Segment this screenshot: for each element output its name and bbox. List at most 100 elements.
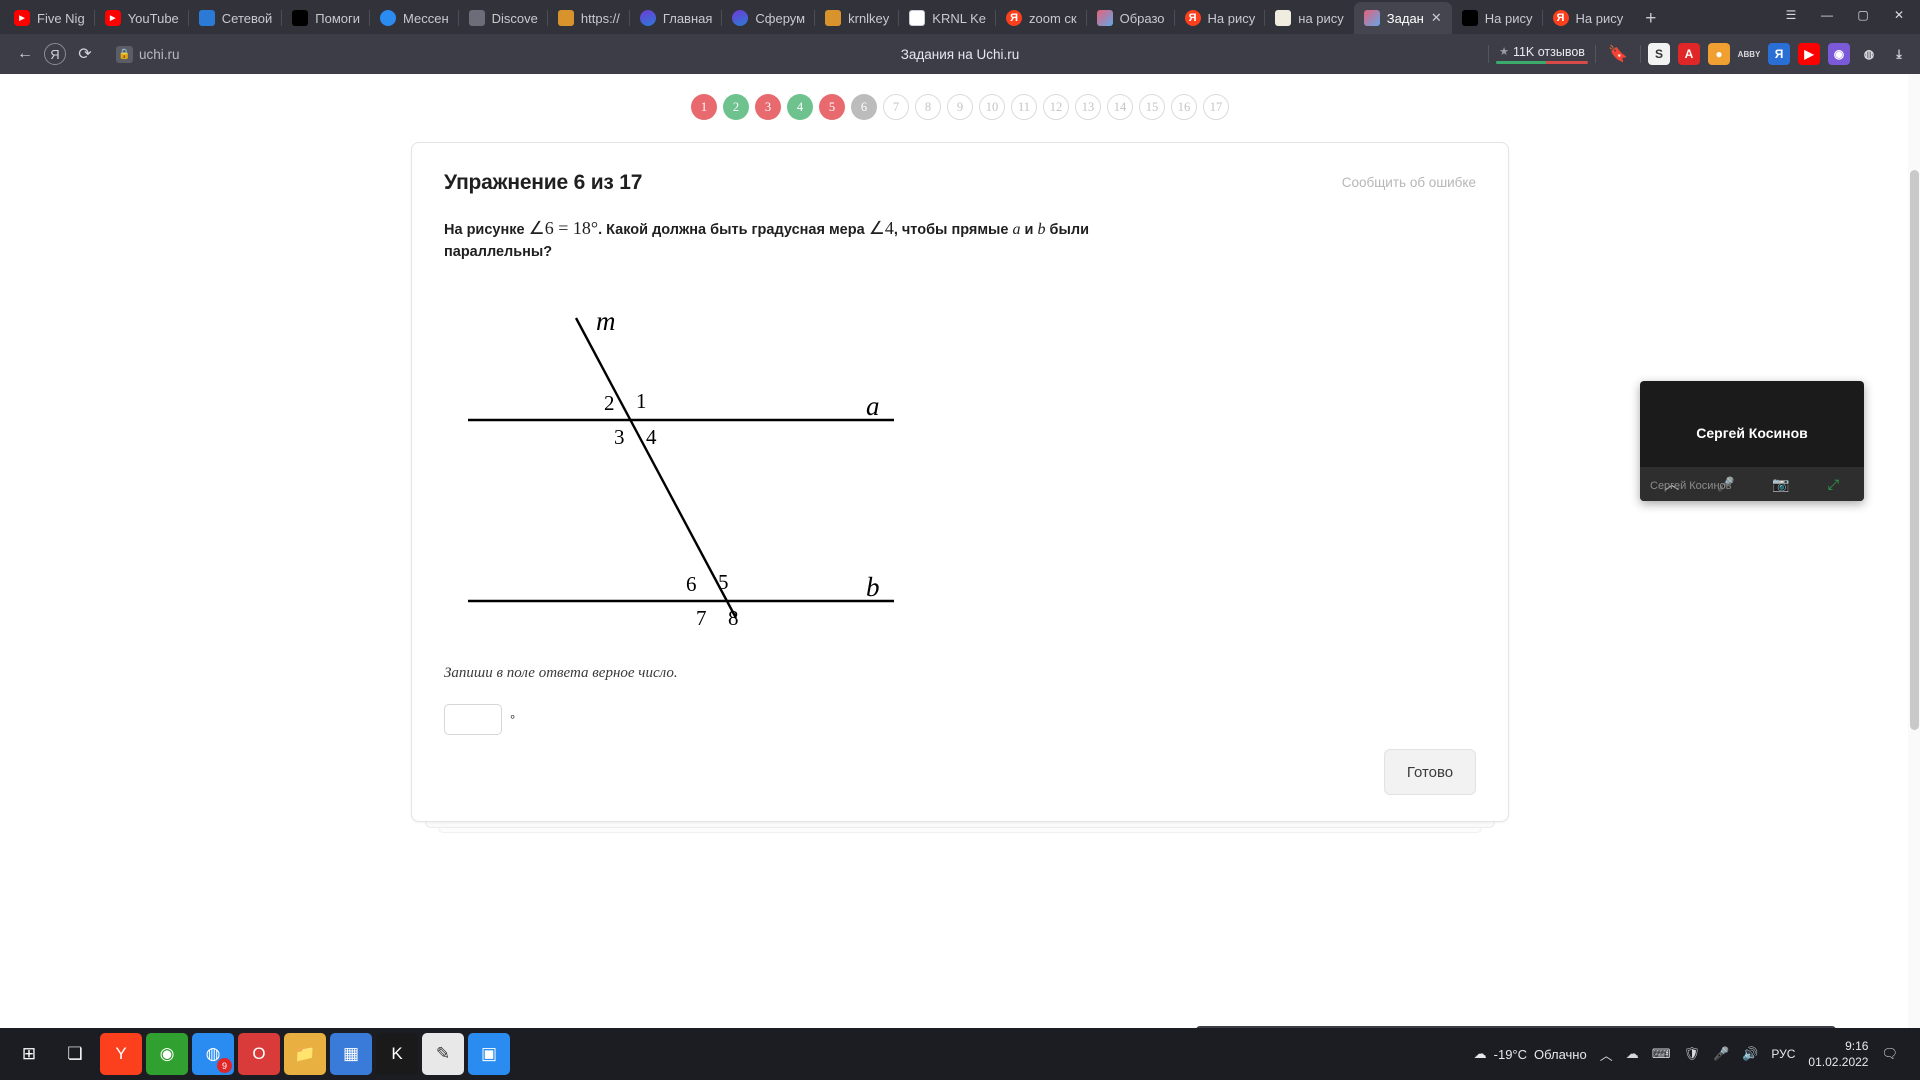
step-indicator-2[interactable]: 2	[723, 94, 749, 120]
step-indicator-5[interactable]: 5	[819, 94, 845, 120]
notification-icon[interactable]: 🗨	[1881, 1046, 1898, 1062]
explorer-taskbar[interactable]: 📁	[284, 1033, 326, 1075]
browser-tab[interactable]: на рису	[1264, 2, 1354, 34]
browser-menu-button[interactable]: ☰	[1774, 2, 1808, 28]
step-indicator-16[interactable]: 16	[1171, 94, 1197, 120]
step-indicator-13[interactable]: 13	[1075, 94, 1101, 120]
participant-subtitle: Сергей Косинов	[1650, 480, 1732, 492]
volume-icon[interactable]: 🔊	[1742, 1046, 1758, 1062]
shield-extension[interactable]: ●	[1708, 43, 1730, 65]
browser-tab[interactable]: KRNL Ke	[898, 2, 996, 34]
browser-tab[interactable]: Five Nig	[4, 2, 95, 34]
browser-tab[interactable]: Мессен	[369, 2, 459, 34]
question-math-1: ∠6 = 18°	[528, 218, 599, 238]
browser-tab[interactable]: zoom ск	[995, 2, 1087, 34]
alert-extension[interactable]: A	[1678, 43, 1700, 65]
translate-extension[interactable]: Я	[1768, 43, 1790, 65]
task-view-button[interactable]: ❏	[54, 1033, 96, 1075]
step-indicator-15[interactable]: 15	[1139, 94, 1165, 120]
browser-tab[interactable]: Сетевой	[187, 2, 282, 34]
editor-taskbar[interactable]: ✎	[422, 1033, 464, 1075]
yandex-browser-taskbar[interactable]: Y	[100, 1033, 142, 1075]
step-indicator-12[interactable]: 12	[1043, 94, 1069, 120]
chevron-up-icon[interactable]: ︿	[1600, 1045, 1613, 1064]
video-call-overlay[interactable]: Сергей Косинов ︿ 🎤 📷 ⤢ Сергей Косинов	[1640, 381, 1864, 501]
step-indicator-3[interactable]: 3	[755, 94, 781, 120]
step-indicator-17[interactable]: 17	[1203, 94, 1229, 120]
step-indicator-8[interactable]: 8	[915, 94, 941, 120]
step-indicator-4[interactable]: 4	[787, 94, 813, 120]
browser-tab[interactable]: YouTube	[93, 2, 189, 34]
step-indicator-9[interactable]: 9	[947, 94, 973, 120]
notification-badge: 9	[217, 1058, 232, 1073]
language-indicator[interactable]: РУС	[1771, 1047, 1795, 1061]
browser-tab[interactable]: Главная	[628, 2, 722, 34]
report-error-link[interactable]: Сообщить об ошибке	[1342, 175, 1476, 190]
youtube-icon	[104, 10, 121, 26]
bookmark-icon[interactable]: 🔖	[1603, 39, 1633, 69]
maximize-button[interactable]: ▢	[1846, 2, 1880, 28]
downloads-extension[interactable]: ⤓	[1888, 43, 1910, 65]
step-indicator-14[interactable]: 14	[1107, 94, 1133, 120]
question-part-3: , чтобы прямые	[893, 222, 1013, 238]
browser-tab[interactable]: Discove	[457, 2, 548, 34]
reviews-widget[interactable]: ★ 11K отзывов	[1496, 45, 1588, 64]
new-tab-button[interactable]: +	[1633, 8, 1668, 34]
step-indicator-list: 1 2 3 4 5 6 7 8 9 10 11 12 13 14 15 16 17	[0, 74, 1920, 120]
window-controls: ☰ — ▢ ✕	[1774, 2, 1916, 34]
card-stack-shadow-2	[438, 828, 1482, 833]
browser-tab[interactable]: На рису	[1452, 2, 1543, 34]
clock-widget[interactable]: 9:16 01.02.2022	[1808, 1038, 1868, 1070]
minimize-button[interactable]: —	[1810, 2, 1844, 28]
camera-muted-icon[interactable]: 📷	[1772, 476, 1789, 493]
close-window-button[interactable]: ✕	[1882, 2, 1916, 28]
degree-symbol: °	[510, 711, 516, 727]
yandex-icon[interactable]: Я	[44, 43, 66, 65]
step-indicator-1[interactable]: 1	[691, 94, 717, 120]
tab-label: Сетевой	[221, 10, 273, 26]
profile-extension[interactable]: ◍	[1858, 43, 1880, 65]
question-part-2: . Какой должна быть градусная мера	[598, 222, 869, 238]
browser-tab[interactable]: Сферум	[721, 2, 815, 34]
tab-label: На рису	[1484, 10, 1533, 26]
onedrive-icon[interactable]: ☁	[1626, 1046, 1639, 1062]
youtube-extension[interactable]: ▶	[1798, 43, 1820, 65]
close-icon[interactable]: ✕	[1431, 10, 1442, 26]
start-button[interactable]: ⊞	[8, 1033, 50, 1075]
scrollbar-thumb[interactable]	[1910, 170, 1919, 730]
reviews-label: 11K отзывов	[1512, 44, 1585, 59]
browser-tab[interactable]: На рису	[1541, 2, 1634, 34]
browser-tab[interactable]: Задан ✕	[1353, 2, 1452, 34]
network-icon[interactable]: ⌨	[1652, 1046, 1671, 1062]
camera-extension[interactable]: ◉	[1828, 43, 1850, 65]
browser-tab[interactable]: https://	[546, 2, 630, 34]
answer-row: °	[444, 703, 1476, 735]
game-taskbar[interactable]: ◉	[146, 1033, 188, 1075]
browser-tab[interactable]: krnlkey	[814, 2, 899, 34]
step-indicator-6[interactable]: 6	[851, 94, 877, 120]
weather-widget[interactable]: ☁ -19°C Облачно	[1474, 1046, 1587, 1062]
tab-label: https://	[580, 10, 620, 26]
expand-icon[interactable]: ⤢	[1828, 476, 1839, 493]
browser-tab[interactable]: На рису	[1173, 2, 1266, 34]
browser-tab[interactable]: Помоги	[281, 2, 370, 34]
chrome-taskbar[interactable]: ◍ 9	[192, 1033, 234, 1075]
shield-icon[interactable]: 🛡	[1684, 1046, 1701, 1062]
step-indicator-7[interactable]: 7	[883, 94, 909, 120]
reload-icon[interactable]: ⟳	[70, 39, 100, 69]
address-bar[interactable]: 🔒 uchi.ru	[110, 40, 190, 68]
page-scrollbar[interactable]	[1908, 74, 1920, 1054]
answer-input[interactable]	[444, 703, 502, 735]
krnl-taskbar[interactable]: K	[376, 1033, 418, 1075]
zoom-taskbar[interactable]: ▣	[468, 1033, 510, 1075]
store-taskbar[interactable]: ▦	[330, 1033, 372, 1075]
scribbr-extension[interactable]: S	[1648, 43, 1670, 65]
done-button[interactable]: Готово	[1384, 749, 1476, 795]
step-indicator-10[interactable]: 10	[979, 94, 1005, 120]
browser-tab[interactable]: Образо	[1085, 2, 1175, 34]
step-indicator-11[interactable]: 11	[1011, 94, 1037, 120]
abbyy-extension[interactable]: ABBY	[1738, 43, 1761, 65]
mic-icon[interactable]: 🎤	[1713, 1046, 1729, 1062]
arrow-left-icon[interactable]: ←	[10, 39, 40, 69]
opera-taskbar[interactable]: O	[238, 1033, 280, 1075]
